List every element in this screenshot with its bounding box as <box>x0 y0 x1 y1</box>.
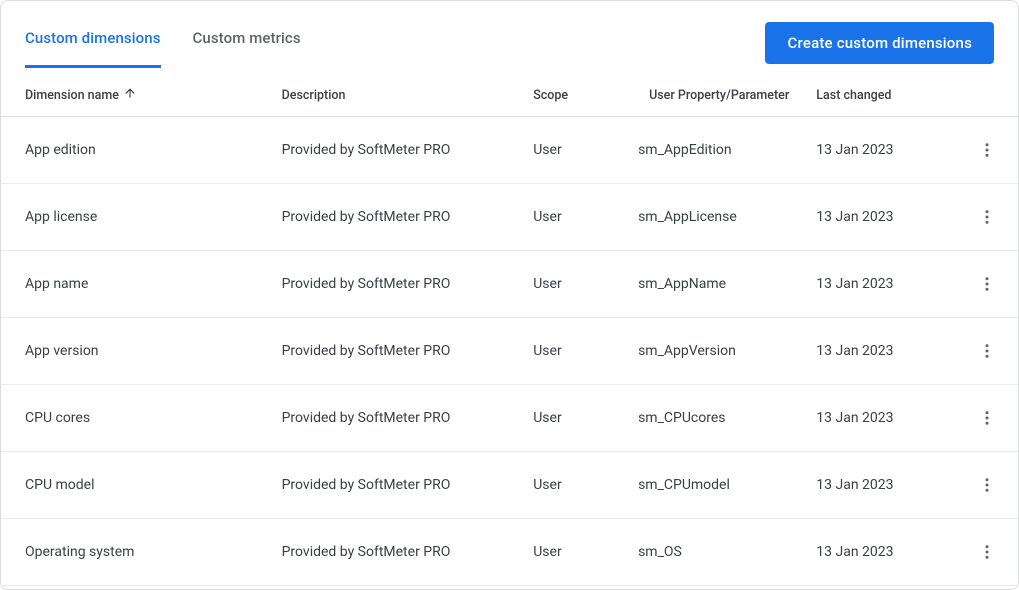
cell-param: sm_AppLicense <box>630 184 808 251</box>
cell-last-changed: 13 Jan 2023 <box>808 519 955 586</box>
cell-description: Provided by SoftMeter PRO <box>274 251 526 318</box>
cell-param: sm_AppEdition <box>630 117 808 184</box>
cell-actions <box>955 318 1018 385</box>
column-header-name[interactable]: Dimension name <box>1 76 274 117</box>
cell-last-changed: 13 Jan 2023 <box>808 184 955 251</box>
cell-scope: User <box>525 519 630 586</box>
table-row: App licenseProvided by SoftMeter PROUser… <box>1 184 1018 251</box>
more-options-icon[interactable] <box>972 135 1002 165</box>
cell-last-changed: 13 Jan 2023 <box>808 385 955 452</box>
table-row: CPU coresProvided by SoftMeter PROUsersm… <box>1 385 1018 452</box>
create-custom-dimensions-button[interactable]: Create custom dimensions <box>765 22 994 64</box>
cell-last-changed: 13 Jan 2023 <box>808 251 955 318</box>
cell-description: Provided by SoftMeter PRO <box>274 385 526 452</box>
cell-actions <box>955 519 1018 586</box>
more-options-icon[interactable] <box>972 537 1002 567</box>
table-row: Operating systemProvided by SoftMeter PR… <box>1 519 1018 586</box>
tab-custom-metrics[interactable]: Custom metrics <box>193 17 301 68</box>
cell-actions <box>955 117 1018 184</box>
cell-scope: User <box>525 586 630 590</box>
column-header-description[interactable]: Description <box>274 76 526 117</box>
cell-param: sm_AppName <box>630 251 808 318</box>
custom-dimensions-panel: Custom dimensions Custom metrics Create … <box>0 0 1019 590</box>
cell-actions <box>955 385 1018 452</box>
cell-description: Provided by SoftMeter PRO <box>274 519 526 586</box>
tabs: Custom dimensions Custom metrics <box>25 17 301 68</box>
column-header-last-changed[interactable]: Last changed <box>808 76 955 117</box>
table-row: CPU modelProvided by SoftMeter PROUsersm… <box>1 452 1018 519</box>
cell-dimension-name: App edition <box>1 117 274 184</box>
cell-param: sm_CPUmodel <box>630 452 808 519</box>
column-header-actions <box>955 76 1018 117</box>
table-row: App nameProvided by SoftMeter PROUsersm_… <box>1 251 1018 318</box>
cell-scope: User <box>525 385 630 452</box>
cell-last-changed: 13 Jan 2023 <box>808 452 955 519</box>
cell-description: Provided by SoftMeter PRO <box>274 452 526 519</box>
cell-scope: User <box>525 318 630 385</box>
dimensions-table: Dimension name Description Scope User Pr… <box>1 76 1018 590</box>
cell-dimension-name: Operating system ver <box>1 586 274 590</box>
column-header-name-label: Dimension name <box>25 88 119 103</box>
column-header-param[interactable]: User Property/Parameter <box>630 76 808 117</box>
cell-last-changed: 13 Jan 2023 <box>808 117 955 184</box>
cell-scope: User <box>525 184 630 251</box>
tab-custom-dimensions[interactable]: Custom dimensions <box>25 17 161 68</box>
more-options-icon[interactable] <box>972 202 1002 232</box>
more-options-icon[interactable] <box>972 470 1002 500</box>
cell-last-changed: 13 Jan 2023 <box>808 586 955 590</box>
cell-param: sm_CPUcores <box>630 385 808 452</box>
cell-dimension-name: App name <box>1 251 274 318</box>
more-options-icon[interactable] <box>972 269 1002 299</box>
column-header-scope[interactable]: Scope <box>525 76 630 117</box>
cell-scope: User <box>525 117 630 184</box>
cell-dimension-name: App license <box>1 184 274 251</box>
header-row: Custom dimensions Custom metrics Create … <box>1 1 1018 68</box>
cell-dimension-name: App version <box>1 318 274 385</box>
cell-dimension-name: Operating system <box>1 519 274 586</box>
cell-description: Provided by SoftMeter PRO <box>274 117 526 184</box>
cell-actions <box>955 586 1018 590</box>
cell-actions <box>955 251 1018 318</box>
sort-ascending-icon <box>123 86 137 104</box>
table-row: App versionProvided by SoftMeter PROUser… <box>1 318 1018 385</box>
cell-actions <box>955 184 1018 251</box>
table-row: App editionProvided by SoftMeter PROUser… <box>1 117 1018 184</box>
cell-dimension-name: CPU cores <box>1 385 274 452</box>
table-body: App editionProvided by SoftMeter PROUser… <box>1 117 1018 590</box>
cell-param: sm_OS <box>630 519 808 586</box>
table-row: Operating system verProvided by SoftMete… <box>1 586 1018 590</box>
cell-scope: User <box>525 452 630 519</box>
more-options-icon[interactable] <box>972 403 1002 433</box>
more-options-icon[interactable] <box>972 336 1002 366</box>
cell-param: sm_AppVersion <box>630 318 808 385</box>
cell-last-changed: 13 Jan 2023 <box>808 318 955 385</box>
cell-dimension-name: CPU model <box>1 452 274 519</box>
cell-description: Provided by SoftMeter PRO <box>274 318 526 385</box>
cell-param: sm_OSwithVersion <box>630 586 808 590</box>
cell-description: Provided by SoftMeter PRO <box>274 586 526 590</box>
cell-description: Provided by SoftMeter PRO <box>274 184 526 251</box>
cell-actions <box>955 452 1018 519</box>
cell-scope: User <box>525 251 630 318</box>
